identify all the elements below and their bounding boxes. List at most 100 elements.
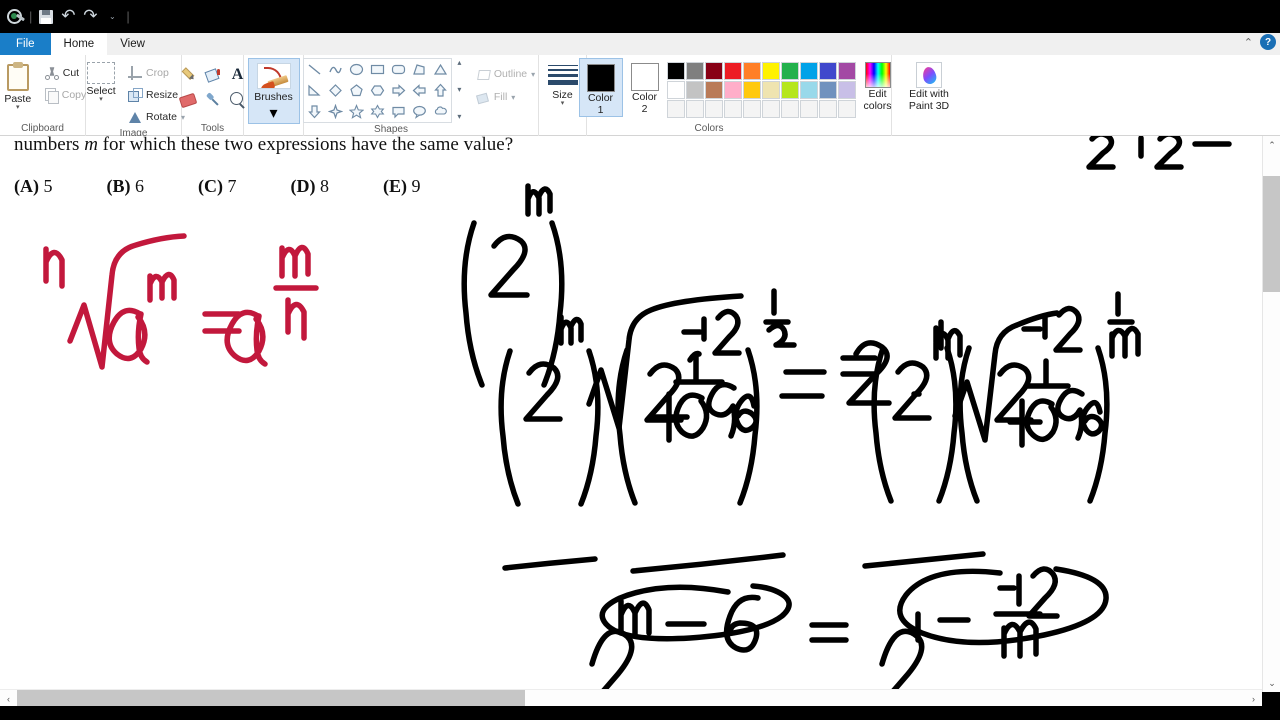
palette-swatch-r3-c7[interactable] xyxy=(780,100,799,118)
palette-swatch-r1-c7[interactable] xyxy=(780,62,799,80)
scroll-left-icon[interactable]: ‹ xyxy=(0,690,17,707)
palette-swatch-r3-c6[interactable] xyxy=(761,100,780,118)
palette-swatch-r2-c8[interactable] xyxy=(799,81,818,99)
palette-swatch-r1-c2[interactable] xyxy=(685,62,704,80)
shape-oval-icon[interactable] xyxy=(346,59,367,80)
palette-swatch-r2-c3[interactable] xyxy=(704,81,723,99)
palette-swatch-r1-c9[interactable] xyxy=(818,62,837,80)
shape-six-point-star-icon[interactable] xyxy=(367,101,388,122)
palette-swatch-r3-c5[interactable] xyxy=(742,100,761,118)
scroll-right-icon[interactable]: › xyxy=(1245,690,1262,707)
size-caret-icon[interactable]: ▾ xyxy=(561,100,565,107)
chevron-up-icon[interactable]: ⌃ xyxy=(1244,36,1253,49)
outline-button[interactable]: Outline ▾ xyxy=(472,64,539,84)
shape-five-point-star-icon[interactable] xyxy=(346,101,367,122)
select-caret-icon[interactable]: ▾ xyxy=(99,96,103,103)
shape-oval-callout-icon[interactable] xyxy=(409,101,430,122)
palette-swatch-r2-c9[interactable] xyxy=(818,81,837,99)
scroll-up-icon[interactable]: ⌃ xyxy=(1263,136,1280,154)
group-label-clipboard: Clipboard xyxy=(21,123,64,134)
palette-swatch-r1-c1[interactable] xyxy=(666,62,685,80)
shape-curve-icon[interactable] xyxy=(325,59,346,80)
edit-colors-label-1: Edit xyxy=(868,88,887,100)
paste-button[interactable]: Paste ▾ xyxy=(0,58,41,111)
color-1-button[interactable]: Color 1 xyxy=(578,58,623,117)
palette-swatch-r3-c4[interactable] xyxy=(723,100,742,118)
horizontal-scroll-thumb[interactable] xyxy=(17,690,525,706)
group-shapes: ▴ ▾ ▾ Outline ▾ Fill ▾ Shapes xyxy=(302,55,539,136)
brushes-button[interactable]: Brushes ▾ xyxy=(247,58,300,124)
select-button[interactable]: Select ▾ xyxy=(78,58,124,103)
shape-rounded-callout-icon[interactable] xyxy=(388,101,409,122)
color-2-button[interactable]: Color 2 xyxy=(623,58,667,115)
palette-swatch-r1-c5[interactable] xyxy=(742,62,761,80)
palette-swatch-r1-c6[interactable] xyxy=(761,62,780,80)
save-icon[interactable] xyxy=(35,7,57,27)
palette-swatch-r2-c4[interactable] xyxy=(723,81,742,99)
palette-swatch-r2-c10[interactable] xyxy=(837,81,856,99)
shapes-scroll-more-icon[interactable]: ▾ xyxy=(457,112,461,121)
paste-caret-icon[interactable]: ▾ xyxy=(16,104,20,111)
palette-swatch-r3-c2[interactable] xyxy=(685,100,704,118)
shape-four-point-star-icon[interactable] xyxy=(325,101,346,122)
palette-swatch-r3-c8[interactable] xyxy=(799,100,818,118)
outline-caret-icon[interactable]: ▾ xyxy=(531,70,535,79)
shape-polygon-icon[interactable] xyxy=(409,59,430,80)
shape-line-icon[interactable] xyxy=(304,59,325,80)
paint-canvas[interactable]: numbers m for which these two expression… xyxy=(0,136,1262,692)
palette-swatch-r1-c3[interactable] xyxy=(704,62,723,80)
fill-caret-icon[interactable]: ▾ xyxy=(511,93,515,102)
color-palette[interactable] xyxy=(666,58,856,118)
shape-up-arrow-icon[interactable] xyxy=(430,80,451,101)
shapes-scroll-controls[interactable]: ▴ ▾ ▾ xyxy=(453,58,466,121)
help-icon[interactable]: ? xyxy=(1260,34,1276,50)
shape-rounded-rectangle-icon[interactable] xyxy=(388,59,409,80)
shape-hexagon-icon[interactable] xyxy=(367,80,388,101)
shape-right-arrow-icon[interactable] xyxy=(388,80,409,101)
palette-swatch-r2-c5[interactable] xyxy=(742,81,761,99)
tab-home[interactable]: Home xyxy=(50,33,108,55)
palette-swatch-r2-c2[interactable] xyxy=(685,81,704,99)
palette-swatch-r3-c3[interactable] xyxy=(704,100,723,118)
brushes-caret-icon[interactable]: ▾ xyxy=(269,103,277,123)
palette-swatch-r1-c8[interactable] xyxy=(799,62,818,80)
shape-rectangle-icon[interactable] xyxy=(367,59,388,80)
rotate-label: Rotate xyxy=(146,111,177,123)
palette-swatch-r1-c10[interactable] xyxy=(837,62,856,80)
shape-right-triangle-icon[interactable] xyxy=(304,80,325,101)
shape-diamond-icon[interactable] xyxy=(325,80,346,101)
shape-left-arrow-icon[interactable] xyxy=(409,80,430,101)
paint-logo-icon[interactable] xyxy=(4,7,26,27)
palette-swatch-r2-c7[interactable] xyxy=(780,81,799,99)
shapes-scroll-down-icon[interactable]: ▾ xyxy=(457,85,461,94)
fill-with-color-icon[interactable] xyxy=(201,63,225,87)
palette-swatch-r3-c1[interactable] xyxy=(666,100,685,118)
fill-button[interactable]: Fill ▾ xyxy=(472,87,539,107)
palette-swatch-r2-c1[interactable] xyxy=(666,81,685,99)
color-picker-icon[interactable] xyxy=(201,88,225,112)
scroll-down-icon[interactable]: ⌄ xyxy=(1263,674,1280,692)
edit-with-paint3d-button[interactable]: Edit with Paint 3D xyxy=(894,58,964,112)
vertical-scroll-thumb[interactable] xyxy=(1263,176,1280,292)
customize-caret-icon[interactable]: ⌄ xyxy=(101,7,123,27)
shapes-scroll-up-icon[interactable]: ▴ xyxy=(457,58,461,67)
shape-pentagon-icon[interactable] xyxy=(346,80,367,101)
tab-view[interactable]: View xyxy=(107,33,158,55)
tab-file[interactable]: File xyxy=(0,33,51,55)
shape-triangle-icon[interactable] xyxy=(430,59,451,80)
palette-swatch-r3-c10[interactable] xyxy=(837,100,856,118)
palette-swatch-r1-c4[interactable] xyxy=(723,62,742,80)
eraser-icon[interactable] xyxy=(176,88,200,112)
shape-cloud-callout-icon[interactable] xyxy=(430,101,451,122)
undo-icon[interactable]: ↶ xyxy=(57,7,79,27)
color-1-swatch xyxy=(586,64,615,92)
horizontal-scrollbar[interactable]: ‹ › xyxy=(0,689,1262,706)
shape-down-arrow-icon[interactable] xyxy=(304,101,325,122)
palette-swatch-r3-c9[interactable] xyxy=(818,100,837,118)
shapes-gallery[interactable] xyxy=(302,58,452,123)
palette-swatch-r2-c6[interactable] xyxy=(761,81,780,99)
redo-icon[interactable]: ↷ xyxy=(79,7,101,27)
vertical-scrollbar[interactable]: ⌃ ⌄ xyxy=(1262,136,1280,692)
pencil-icon[interactable] xyxy=(176,63,200,87)
outline-label: Outline xyxy=(493,68,528,80)
